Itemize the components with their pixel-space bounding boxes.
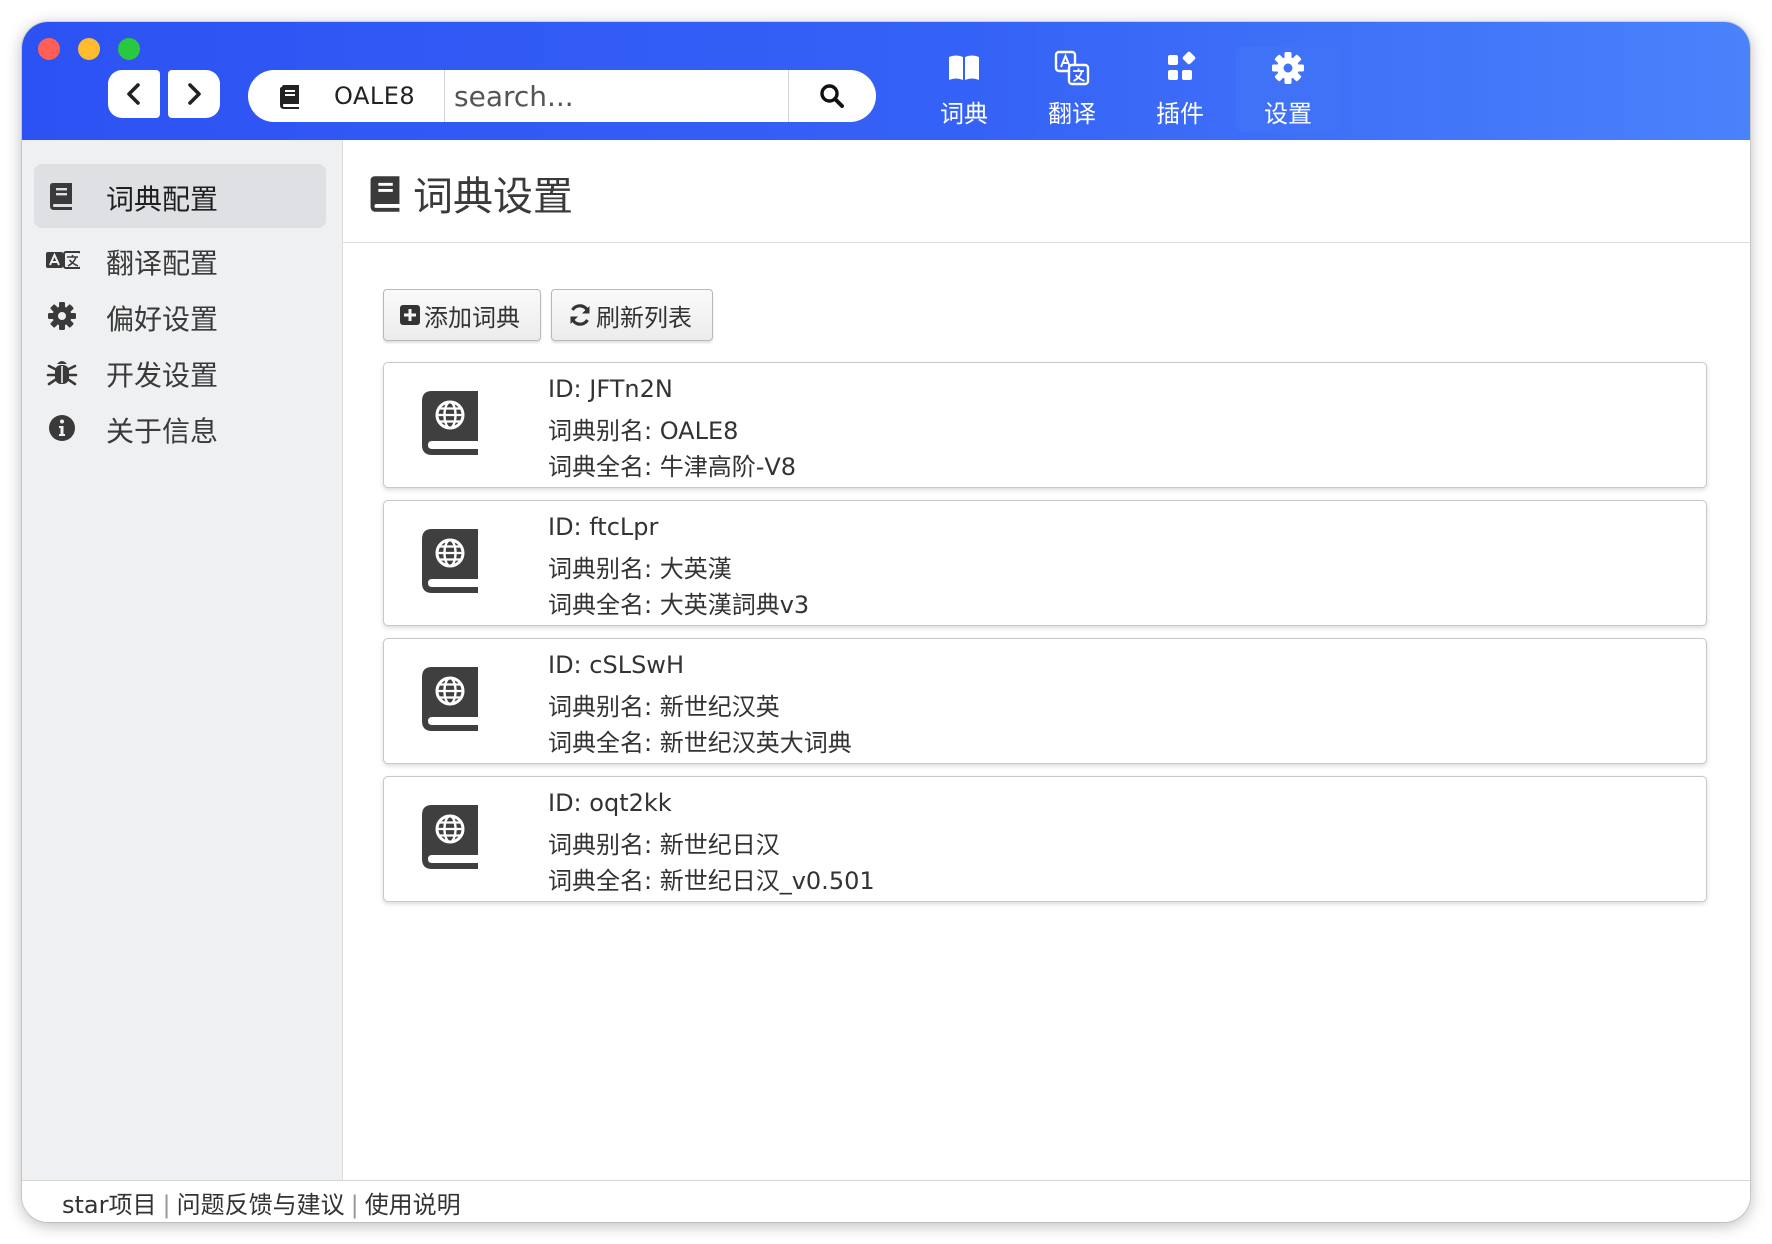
globe-book-icon xyxy=(422,667,478,731)
puzzle-icon xyxy=(1168,51,1196,80)
sidebar-item-label: 关于信息 xyxy=(106,415,219,448)
page-header: 词典设置 xyxy=(343,140,1750,243)
minimize-window-button[interactable] xyxy=(78,38,100,60)
plus-square-icon xyxy=(400,305,420,325)
top-toolbar: OALE8 词典 xyxy=(22,22,1750,140)
dictionary-card[interactable]: ID: oqt2kk 词典别名: 新世纪日汉 词典全名: 新世纪日汉_v0.50… xyxy=(383,776,1707,902)
dictionary-fullname: 词典全名: 新世纪汉英大词典 xyxy=(548,729,852,757)
add-dictionary-button[interactable]: 添加词典 xyxy=(383,289,541,341)
dictionary-alias: 词典别名: 新世纪汉英 xyxy=(548,693,780,721)
chevron-left-icon xyxy=(127,83,140,105)
sidebar-item-label: 开发设置 xyxy=(106,359,219,392)
search-button[interactable] xyxy=(788,70,876,122)
forward-button[interactable] xyxy=(168,70,220,118)
search-input[interactable] xyxy=(446,76,782,116)
footer-separator: | xyxy=(162,1191,171,1219)
zoom-window-button[interactable] xyxy=(118,38,140,60)
page-title: 词典设置 xyxy=(413,174,573,220)
sidebar-item-about[interactable]: 关于信息 xyxy=(34,396,326,460)
book-icon xyxy=(50,183,72,210)
globe-book-icon xyxy=(422,805,478,869)
sidebar-item-translation-config[interactable]: 翻译配置 xyxy=(34,228,326,292)
dictionary-alias: 词典别名: OALE8 xyxy=(548,417,739,445)
dictionary-id: ID: cSLSwH xyxy=(548,651,684,679)
tab-label: 翻译 xyxy=(1048,100,1096,128)
dictionary-alias: 词典别名: 新世纪日汉 xyxy=(548,831,780,859)
book-icon xyxy=(280,85,299,109)
search-icon xyxy=(820,84,844,108)
dictionary-id: ID: oqt2kk xyxy=(548,789,672,817)
dictionary-selector[interactable]: OALE8 xyxy=(248,70,444,122)
book-icon xyxy=(370,176,400,212)
chevron-right-icon xyxy=(188,83,201,105)
dictionary-fullname: 词典全名: 新世纪日汉_v0.501 xyxy=(548,867,875,895)
gear-icon xyxy=(48,302,76,330)
sidebar-item-label: 翻译配置 xyxy=(106,247,219,280)
gear-icon xyxy=(1272,52,1304,84)
tab-label: 词典 xyxy=(940,100,988,128)
selected-dictionary-name: OALE8 xyxy=(334,82,416,110)
close-window-button[interactable] xyxy=(38,38,60,60)
globe-book-icon xyxy=(422,391,478,455)
tab-label: 插件 xyxy=(1156,100,1204,128)
main-content: 词典设置 添加词典 刷新列表 ID: JFTn2N 词典别名: OALE8 词典… xyxy=(343,140,1750,1204)
back-button[interactable] xyxy=(108,70,160,118)
dictionary-id: ID: ftcLpr xyxy=(548,513,659,541)
dictionary-alias: 词典别名: 大英漢 xyxy=(548,555,732,583)
sidebar-item-label: 词典配置 xyxy=(106,183,219,216)
sidebar-item-label: 偏好设置 xyxy=(106,303,219,336)
sidebar: 词典配置 翻译配置 偏好设置 开发设置 关于信息 xyxy=(22,140,343,1204)
globe-book-icon xyxy=(422,529,478,593)
refresh-icon xyxy=(570,304,590,326)
sidebar-item-developer-settings[interactable]: 开发设置 xyxy=(34,340,326,404)
tab-plugins[interactable]: 插件 xyxy=(1128,46,1232,132)
dictionary-card[interactable]: ID: JFTn2N 词典别名: OALE8 词典全名: 牛津高阶-V8 xyxy=(383,362,1707,488)
sidebar-item-preferences[interactable]: 偏好设置 xyxy=(34,284,326,348)
dictionary-card[interactable]: ID: ftcLpr 词典别名: 大英漢 词典全名: 大英漢詞典v3 xyxy=(383,500,1707,626)
button-label: 添加词典 xyxy=(424,303,520,332)
footer-separator: | xyxy=(350,1191,359,1219)
translate-icon xyxy=(1054,50,1090,86)
tab-dictionary[interactable]: 词典 xyxy=(912,46,1016,132)
app-window: OALE8 词典 xyxy=(22,22,1750,1222)
button-label: 刷新列表 xyxy=(596,303,692,332)
sidebar-item-dictionary-config[interactable]: 词典配置 xyxy=(34,164,326,228)
footer-link-star-project[interactable]: star项目 xyxy=(62,1191,157,1219)
footer-links: star项目 | 问题反馈与建议 | 使用说明 xyxy=(62,1185,461,1220)
tab-label: 设置 xyxy=(1264,100,1312,128)
tab-translate[interactable]: 翻译 xyxy=(1020,46,1124,132)
search-bar: OALE8 xyxy=(248,70,876,122)
dictionary-fullname: 词典全名: 牛津高阶-V8 xyxy=(548,453,797,481)
dictionary-card[interactable]: ID: cSLSwH 词典别名: 新世纪汉英 词典全名: 新世纪汉英大词典 xyxy=(383,638,1707,764)
footer-link-feedback[interactable]: 问题反馈与建议 xyxy=(177,1191,345,1219)
dictionary-fullname: 词典全名: 大英漢詞典v3 xyxy=(548,591,810,619)
dictionary-id: ID: JFTn2N xyxy=(548,375,673,403)
footer-link-usage-guide[interactable]: 使用说明 xyxy=(365,1191,461,1219)
refresh-list-button[interactable]: 刷新列表 xyxy=(551,289,713,341)
info-icon xyxy=(49,415,75,441)
tab-settings[interactable]: 设置 xyxy=(1236,46,1340,132)
bug-icon xyxy=(46,361,78,386)
language-icon xyxy=(46,251,80,269)
footer: star项目 | 问题反馈与建议 | 使用说明 xyxy=(22,1180,1750,1222)
book-open-icon xyxy=(949,55,979,80)
divider xyxy=(444,70,445,122)
